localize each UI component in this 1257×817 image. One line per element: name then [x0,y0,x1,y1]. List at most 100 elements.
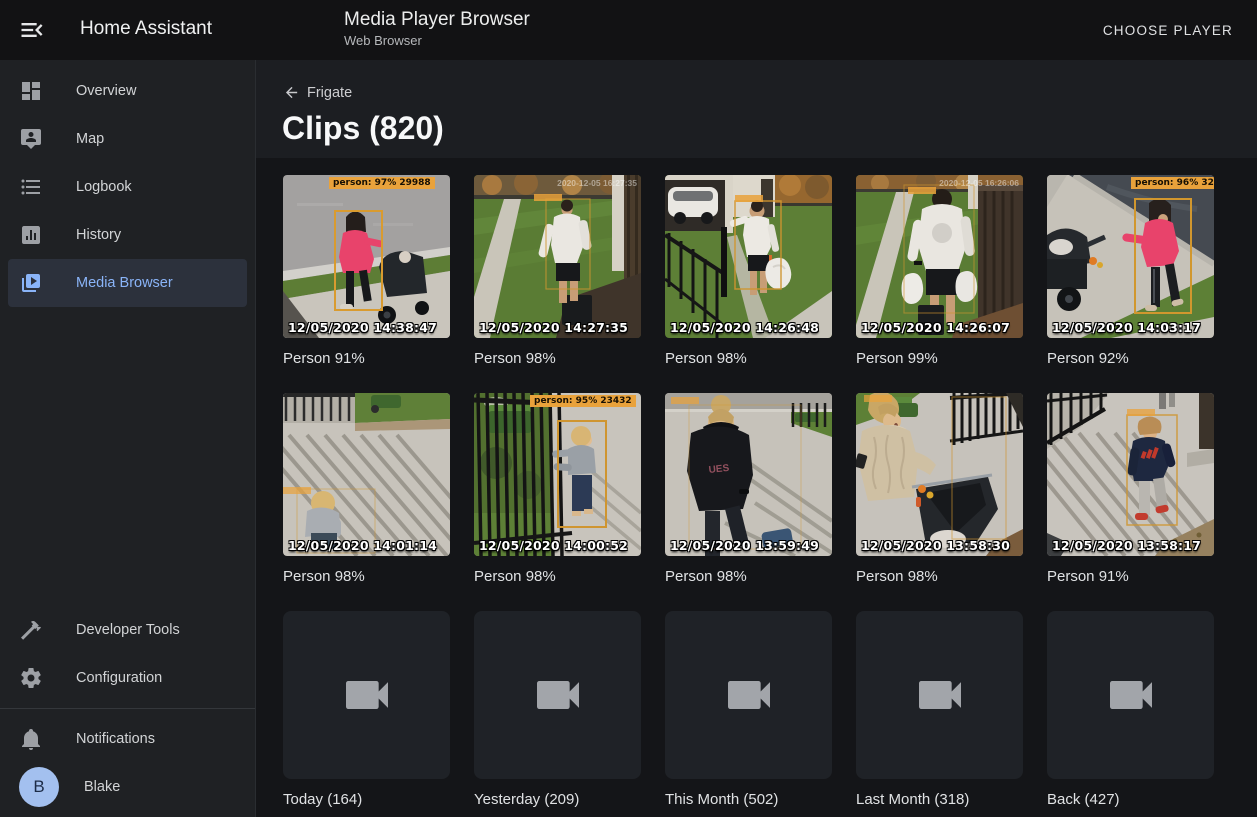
clip-scene [856,393,1023,556]
folder-thumbnail[interactable] [665,611,832,779]
camera-osd-timestamp: 2020-12-05 16:26:06 [939,178,1019,188]
app-bar: Home Assistant Media Player Browser Web … [0,0,1257,60]
sidebar-item-media-browser[interactable]: Media Browser [8,259,247,307]
sidebar-divider [0,708,255,709]
clip-caption: Person 98% [474,568,641,585]
user-name: Blake [84,779,120,795]
clip-card[interactable]: 2020-12-05 16:27:35 12/05/2020 14:27:35 … [474,175,641,367]
panel-subtitle: Web Browser [344,33,422,48]
breadcrumb[interactable]: Frigate [283,84,352,101]
detection-label-small [864,395,892,402]
clip-timestamp: 12/05/2020 14:27:35 [479,320,628,335]
folder-thumbnail[interactable] [474,611,641,779]
clip-thumbnail[interactable]: 12/05/2020 14:26:48 [665,175,832,338]
clip-thumbnail[interactable]: UES 12/05/2020 13:59:49 [665,393,832,556]
clips-grid: person: 97% 29988 12/05/2020 14:38:47 Pe… [283,175,1214,808]
clip-card[interactable]: person: 95% 23432 12/05/2020 14:00:52 Pe… [474,393,641,585]
video-camera-icon [912,667,968,723]
clip-caption: Person 91% [283,350,450,367]
detection-label: person: 96% 32154 [1131,177,1214,189]
folder-card-yesterday[interactable]: Yesterday (209) [474,611,641,808]
clip-thumbnail[interactable]: 2020-12-05 16:26:06 12/05/2020 14:26:07 [856,175,1023,338]
detection-label: person: 97% 29988 [329,177,435,189]
sidebar-item-label: Map [76,131,104,147]
clip-thumbnail[interactable]: 12/05/2020 13:58:17 [1047,393,1214,556]
detection-label-small [735,195,763,202]
bell-icon [19,727,43,751]
sidebar-item-label: Developer Tools [76,622,180,638]
clip-timestamp: 12/05/2020 14:38:47 [288,320,437,335]
media-browser-content: Frigate Clips (820) [256,60,1257,817]
sidebar-item-history[interactable]: History [8,211,247,259]
folder-card-last-month[interactable]: Last Month (318) [856,611,1023,808]
list-icon [19,175,43,199]
clip-timestamp: 12/05/2020 14:26:07 [861,320,1010,335]
clip-scene [283,175,450,338]
sidebar-item-overview[interactable]: Overview [8,67,247,115]
clip-timestamp: 12/05/2020 13:58:17 [1052,538,1201,553]
clip-caption: Person 98% [665,568,832,585]
clip-thumbnail[interactable]: 12/05/2020 13:58:30 [856,393,1023,556]
clip-thumbnail[interactable]: person: 97% 29988 12/05/2020 14:38:47 [283,175,450,338]
sidebar-item-configuration[interactable]: Configuration [8,654,247,702]
folder-thumbnail[interactable] [856,611,1023,779]
clip-card[interactable]: person: 97% 29988 12/05/2020 14:38:47 Pe… [283,175,450,367]
sidebar-item-label: Configuration [76,670,162,686]
sidebar-toggle-icon[interactable] [18,16,46,44]
clip-thumbnail[interactable]: 2020-12-05 16:27:35 12/05/2020 14:27:35 [474,175,641,338]
clip-timestamp: 12/05/2020 13:58:30 [861,538,1010,553]
clip-thumbnail[interactable]: person: 96% 32154 12/05/2020 14:03:17 [1047,175,1214,338]
folder-card-this-month[interactable]: This Month (502) [665,611,832,808]
folder-card-back[interactable]: Back (427) [1047,611,1214,808]
clip-scene [1047,393,1214,556]
video-camera-icon [721,667,777,723]
sidebar-item-notifications[interactable]: Notifications [8,715,247,763]
camera-osd-timestamp: 2020-12-05 16:27:35 [557,178,637,188]
svg-text:UES: UES [708,463,730,476]
avatar: B [19,767,59,807]
breadcrumb-label: Frigate [307,85,352,101]
clip-card[interactable]: 12/05/2020 13:58:17 Person 91% [1047,393,1214,585]
clip-timestamp: 12/05/2020 13:59:49 [670,538,819,553]
sidebar-spacer [0,307,255,606]
clip-caption: Person 99% [856,350,1023,367]
clip-timestamp: 12/05/2020 14:26:48 [670,320,819,335]
sidebar-item-map[interactable]: Map [8,115,247,163]
clip-caption: Person 98% [665,350,832,367]
detection-label: person: 95% 23432 [530,395,636,407]
content-header: Frigate Clips (820) [256,60,1257,158]
sidebar-item-user[interactable]: B Blake [8,763,247,811]
clip-card[interactable]: 12/05/2020 14:26:48 Person 98% [665,175,832,367]
sidebar-item-developer-tools[interactable]: Developer Tools [8,606,247,654]
clip-card[interactable]: 2020-12-05 16:26:06 12/05/2020 14:26:07 … [856,175,1023,367]
clip-scene [856,175,1023,338]
clip-scene [1047,175,1214,338]
detection-label-small [908,187,936,194]
clip-scene: UES [665,393,832,556]
folder-thumbnail[interactable] [1047,611,1214,779]
clip-caption: Person 98% [283,568,450,585]
clip-card[interactable]: 12/05/2020 14:01:14 Person 98% [283,393,450,585]
gear-icon [19,666,43,690]
sidebar-item-label: Logbook [76,179,132,195]
clip-card[interactable]: UES 12/05/2020 13:59:49 Person 98% [665,393,832,585]
clip-timestamp: 12/05/2020 14:03:17 [1052,320,1201,335]
detection-label-small [1127,409,1155,416]
clip-caption: Person 98% [856,568,1023,585]
map-account-icon [19,127,43,151]
sidebar: Overview Map Logbook History Media Brows… [0,60,256,817]
folder-thumbnail[interactable] [283,611,450,779]
clip-card[interactable]: person: 96% 32154 12/05/2020 14:03:17 Pe… [1047,175,1214,367]
choose-player-button[interactable]: CHOOSE PLAYER [1095,19,1241,42]
page-title: Clips (820) [282,110,444,147]
clip-thumbnail[interactable]: person: 95% 23432 12/05/2020 14:00:52 [474,393,641,556]
clip-card[interactable]: 12/05/2020 13:58:30 Person 98% [856,393,1023,585]
folder-label: This Month (502) [665,791,832,808]
video-camera-icon [339,667,395,723]
app-title: Home Assistant [80,18,212,40]
folder-card-today[interactable]: Today (164) [283,611,450,808]
detection-label-small [671,397,699,404]
dashboard-icon [19,79,43,103]
sidebar-item-logbook[interactable]: Logbook [8,163,247,211]
clip-thumbnail[interactable]: 12/05/2020 14:01:14 [283,393,450,556]
